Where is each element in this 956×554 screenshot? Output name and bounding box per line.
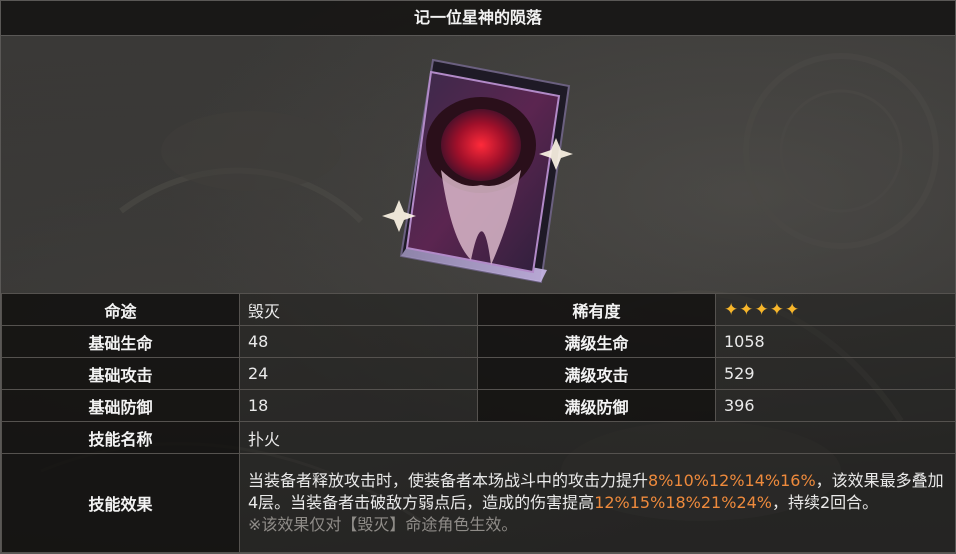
page-title: 记一位星神的陨落 [1, 1, 955, 36]
max-atk-value: 529 [715, 357, 955, 390]
table-row: 基础防御 18 满级防御 396 [1, 389, 955, 422]
max-hp-label: 满级生命 [477, 325, 716, 358]
light-cone-book-icon [382, 58, 573, 284]
base-atk-label: 基础攻击 [1, 357, 240, 390]
base-hp-value: 48 [239, 325, 478, 358]
table-row: 基础攻击 24 满级攻击 529 [1, 357, 955, 390]
effect-text-part: ，持续2回合。 [772, 493, 879, 512]
table-row: 技能效果 当装备者释放攻击时，使装备者本场战斗中的攻击力提升8%10%12%14… [1, 453, 955, 553]
path-label: 命途 [1, 293, 240, 326]
base-hp-label: 基础生命 [1, 325, 240, 358]
rarity-label: 稀有度 [477, 293, 716, 326]
table-row: 命途 毁灭 稀有度 ✦✦✦✦✦ [1, 293, 955, 326]
max-def-label: 满级防御 [477, 389, 716, 422]
effect-highlight-atk: 8%10%12%14%16% [648, 471, 816, 490]
skill-name-value: 扑火 [239, 421, 955, 454]
effect-highlight-dmg: 12%15%18%21%24% [594, 493, 772, 512]
table-row: 技能名称 扑火 [1, 421, 955, 454]
skill-effect-text: 当装备者释放攻击时，使装备者本场战斗中的攻击力提升8%10%12%14%16% ，… [239, 453, 955, 553]
base-atk-value: 24 [239, 357, 478, 390]
hero-area [1, 36, 955, 293]
skill-name-label: 技能名称 [1, 421, 240, 454]
light-cone-panel: 记一位星神的陨落 命途 毁灭 稀有度 ✦✦✦✦✦ 基础生命 48 满级生命 10… [0, 0, 956, 554]
effect-text-part: 当装备者释放攻击时，使装备者本场战斗中的攻击力提升 [248, 471, 649, 490]
skill-effect-label: 技能效果 [1, 453, 240, 553]
effect-note: ※该效果仅对【毁灭】命途角色生效。 [248, 515, 518, 534]
stats-table: 命途 毁灭 稀有度 ✦✦✦✦✦ 基础生命 48 满级生命 1058 基础攻击 2… [1, 293, 955, 553]
base-def-label: 基础防御 [1, 389, 240, 422]
base-def-value: 18 [239, 389, 478, 422]
path-value: 毁灭 [239, 293, 478, 326]
rarity-value: ✦✦✦✦✦ [715, 293, 955, 326]
max-hp-value: 1058 [715, 325, 955, 358]
max-def-value: 396 [715, 389, 955, 422]
max-atk-label: 满级攻击 [477, 357, 716, 390]
star-icon: ✦✦✦✦✦ [724, 299, 801, 320]
table-row: 基础生命 48 满级生命 1058 [1, 325, 955, 358]
